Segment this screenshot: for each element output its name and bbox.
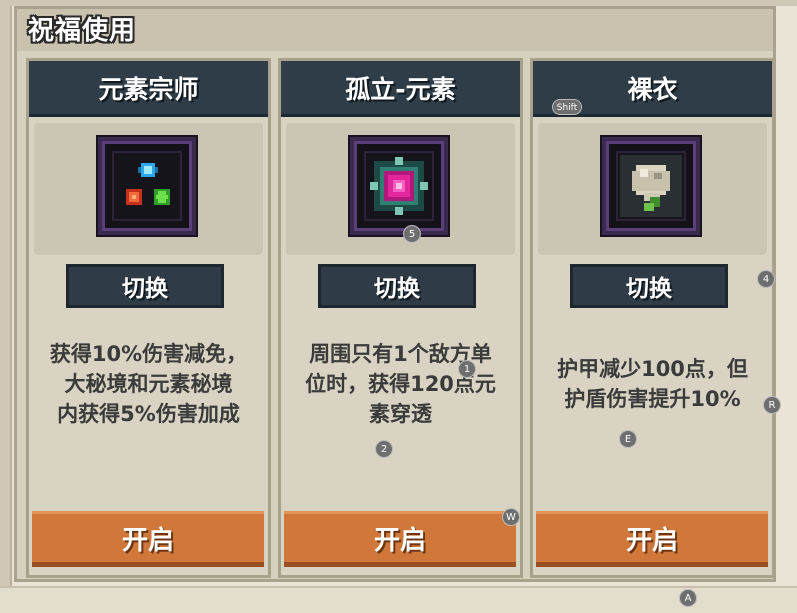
hotkey-hint-r: R <box>763 396 781 414</box>
open-button[interactable]: 开启 <box>32 511 264 567</box>
hotkey-hint-a: A <box>679 589 697 607</box>
blessing-card-isolated-element: 孤立-元素 切换 周围只有1个敌方单 位时，获得120点元 素穿透 开启 <box>278 58 523 578</box>
hotkey-hint-w: W <box>502 508 520 526</box>
panel-title: 祝福使用 <box>28 16 137 46</box>
left-border <box>0 6 12 586</box>
hotkey-hint-shift: Shift <box>552 99 582 115</box>
desc-line: 内获得5%伤害加成 <box>57 402 240 426</box>
desc-line: 获得10%伤害减免， <box>49 342 248 366</box>
isolated-element-art <box>370 157 428 215</box>
card-icon-area <box>538 123 767 255</box>
hotkey-hint-1: 1 <box>458 360 476 378</box>
blessing-card-elemental-master: 元素宗师 切换 获得10%伤害减免， 大秘境和元素秘境 内获得5%伤害加成 开启 <box>26 58 271 578</box>
blessing-card-bare-armor: 裸衣 切换 护甲减少100点，但 护盾伤害提升10% 开启 <box>530 58 775 578</box>
card-title: 元素宗师 <box>29 61 268 117</box>
card-icon-area <box>34 123 263 255</box>
bare-armor-icon[interactable] <box>602 137 700 235</box>
card-title: 孤立-元素 <box>281 61 520 117</box>
elements-triad-icon[interactable] <box>98 137 196 235</box>
hotkey-hint-5: 5 <box>403 225 421 243</box>
desc-line: 位时，获得120点元 <box>305 372 496 396</box>
isolated-element-gem-icon[interactable] <box>350 137 448 235</box>
switch-button[interactable]: 切换 <box>66 264 224 308</box>
desc-line: 素穿透 <box>369 402 432 426</box>
hotkey-hint-2: 2 <box>375 440 393 458</box>
bottom-border <box>0 586 797 613</box>
card-description: 周围只有1个敌方单 位时，获得120点元 素穿透 <box>287 339 514 429</box>
switch-button[interactable]: 切换 <box>570 264 728 308</box>
desc-line: 周围只有1个敌方单 <box>309 342 492 366</box>
elements-triad-art <box>126 163 170 205</box>
hotkey-hint-e: E <box>619 430 637 448</box>
desc-line: 大秘境和元素秘境 <box>64 372 233 396</box>
icon-inner <box>112 151 182 221</box>
hotkey-hint-4: 4 <box>757 270 775 288</box>
desc-line: 护盾伤害提升10% <box>564 387 741 411</box>
game-screen: 祝福使用 元素宗师 切换 获得10%伤害减免， 大秘境和元素秘境 内获得5%伤害… <box>0 0 797 613</box>
icon-inner <box>616 151 686 221</box>
switch-button[interactable]: 切换 <box>318 264 476 308</box>
card-description: 护甲减少100点，但 护盾伤害提升10% <box>539 354 766 414</box>
open-button[interactable]: 开启 <box>536 511 768 567</box>
icon-inner <box>364 151 434 221</box>
card-icon-area <box>286 123 515 255</box>
desc-line: 护甲减少100点，但 <box>557 357 748 381</box>
card-description: 获得10%伤害减免， 大秘境和元素秘境 内获得5%伤害加成 <box>35 339 262 429</box>
open-button[interactable]: 开启 <box>284 511 516 567</box>
bare-armor-art <box>620 155 682 217</box>
